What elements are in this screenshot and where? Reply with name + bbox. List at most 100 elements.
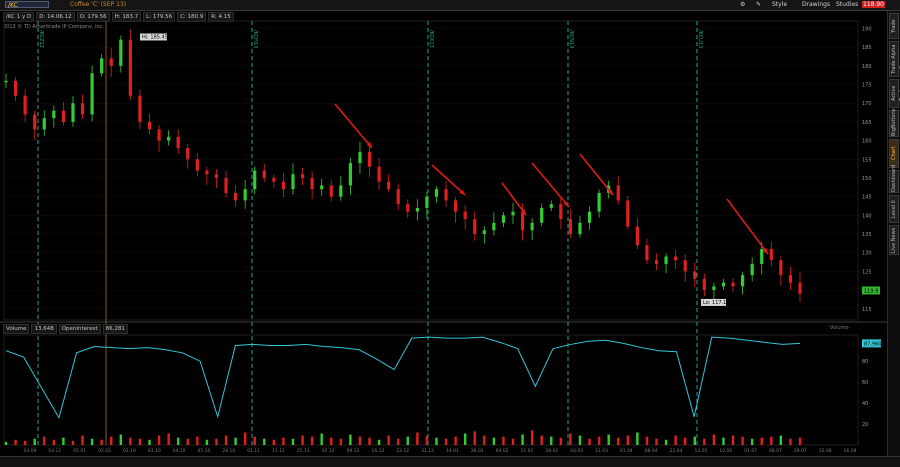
tab-chart[interactable]: Chart: [889, 139, 899, 168]
volume-bar: [617, 437, 620, 445]
volume-bar: [110, 436, 113, 445]
volume-panel-frame: [3, 334, 859, 446]
volume-bar: [100, 439, 103, 445]
x-axis-date: 08.07: [769, 448, 782, 454]
volume-bar: [243, 432, 247, 445]
volume-tick-label: 60: [862, 380, 868, 386]
price-candle: [100, 58, 104, 74]
volume-bar: [14, 439, 17, 445]
volume-bar: [397, 438, 400, 445]
volume-bar: [712, 434, 716, 445]
price-tick-label: 135: [862, 232, 872, 238]
price-candle: [626, 200, 630, 227]
price-candle: [788, 275, 793, 283]
price-tick-label: 185: [862, 45, 872, 51]
volume-bar: [157, 435, 161, 445]
price-candle: [568, 219, 573, 235]
price-badge-label: 119.9: [864, 288, 878, 294]
price-candle: [396, 189, 400, 205]
price-candle: [387, 181, 391, 190]
x-axis-date: 11.11: [272, 448, 285, 454]
volume-bar: [81, 435, 84, 445]
x-axis-date: 25.11: [297, 448, 310, 454]
bottom-scroll-bar[interactable]: [0, 456, 900, 467]
volume-label: Volume: [3, 324, 30, 334]
price-candle: [195, 159, 199, 171]
chart-canvas[interactable]: 1151201251301351401451501551601651701751…: [0, 0, 900, 466]
x-axis-date: 04.10: [173, 448, 186, 454]
x-axis-date: 04.02: [496, 448, 509, 454]
volume-bar: [253, 436, 256, 445]
price-candle: [492, 222, 496, 231]
tab-dashboard[interactable]: Dashboard: [889, 165, 899, 193]
volume-bar: [425, 435, 429, 445]
x-axis-date: 03.10: [148, 448, 161, 454]
x-axis-date: 05.10: [197, 448, 210, 454]
annotation-arrow: [726, 198, 769, 255]
volume-bar: [52, 439, 56, 445]
tab-bigbuttons[interactable]: BigButtons: [889, 109, 899, 137]
volume-bar: [435, 437, 438, 445]
volume-bar: [607, 434, 610, 445]
price-tick-label: 190: [862, 26, 872, 32]
volume-bar: [186, 438, 189, 445]
volume-bar: [377, 439, 381, 445]
volume-bar: [588, 438, 591, 445]
volume-bar: [454, 436, 457, 445]
x-axis-date: 12.08: [819, 448, 832, 454]
price-candle: [559, 204, 563, 220]
price-candle: [721, 282, 726, 287]
price-tick-label: 165: [862, 120, 872, 126]
volume-bar: [406, 436, 409, 445]
price-candle: [348, 163, 352, 186]
price-candle: [702, 278, 706, 291]
tab-trade-alpha-scanner[interactable]: Trade Alpha Scanner: [889, 41, 900, 77]
price-candle: [501, 215, 506, 223]
x-axis-date: 08.04: [645, 448, 658, 454]
volume-bar: [339, 438, 343, 445]
price-candle: [262, 170, 266, 178]
volume-bar: [301, 435, 304, 445]
price-candle: [42, 118, 46, 130]
price-candle: [109, 58, 113, 66]
price-candle: [377, 166, 381, 182]
volume-bar: [674, 435, 677, 445]
x-axis-date: 02.12: [322, 448, 335, 454]
price-candle: [645, 245, 649, 261]
volume-bar: [320, 433, 323, 445]
volume-bar: [789, 438, 792, 445]
price-tick-label: 130: [862, 251, 872, 257]
price-candle: [425, 196, 429, 208]
study-label: Volume·: [830, 325, 851, 331]
volume-bar: [358, 436, 362, 445]
volume-bar: [263, 438, 266, 445]
x-axis-date: 13.05: [694, 448, 707, 454]
price-candle: [482, 230, 486, 235]
tab-level-ii[interactable]: Level II: [889, 195, 899, 223]
x-axis-date: 28.10: [222, 448, 235, 454]
x-axis-date: 11.03: [595, 448, 608, 454]
price-candle: [693, 271, 697, 279]
tab-live-news[interactable]: Live News: [889, 225, 899, 255]
tab-active-trader[interactable]: Active Trader: [889, 79, 900, 108]
oi-label: OpenInterest: [58, 324, 101, 334]
price-candle: [281, 181, 286, 190]
volume-bar: [741, 436, 744, 445]
price-candle: [320, 185, 324, 190]
price-candle: [635, 226, 639, 246]
volume-bar: [119, 434, 122, 445]
volume-bar: [731, 435, 735, 445]
tab-trade[interactable]: Trade: [889, 13, 899, 39]
price-candle: [358, 151, 362, 164]
price-candle: [339, 185, 343, 197]
price-candle: [540, 207, 544, 223]
volume-bar: [760, 437, 763, 445]
price-candle: [233, 192, 238, 201]
x-axis-date: 31.12: [421, 448, 434, 454]
volume-bar: [473, 431, 476, 445]
volume-bar: [330, 437, 333, 445]
volume-tick-label: 20: [862, 422, 868, 428]
volume-bar: [416, 432, 419, 445]
price-candle: [406, 204, 410, 212]
price-candle: [205, 170, 209, 175]
